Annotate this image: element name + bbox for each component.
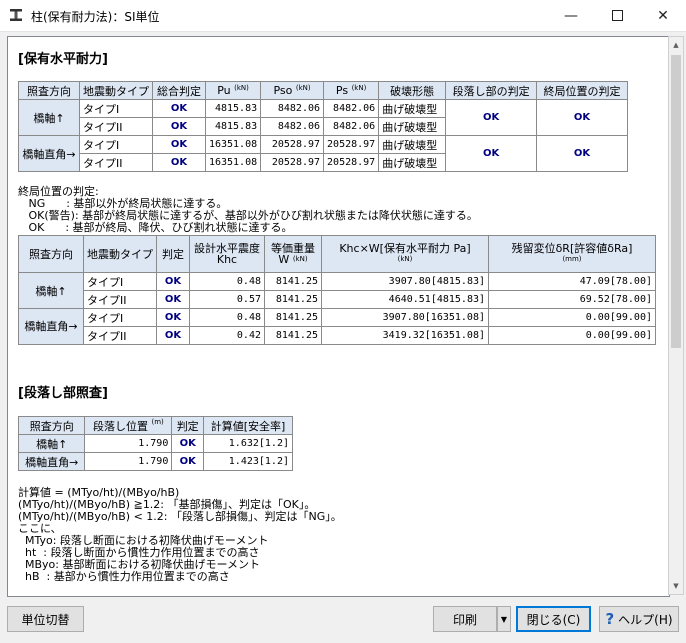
row-group-label: 橋軸直角→ [18,135,80,172]
col-header: 地震動タイプ [78,81,153,100]
section-heading-capacity: [保有水平耐力] [18,52,108,67]
col-header: 照査方向 [17,416,86,435]
help-icon: ? [605,610,615,628]
vertical-scrollbar[interactable]: ▲ ▼ [668,36,684,595]
col-header: 等価重量 W (kN) [264,235,322,273]
scroll-up-icon[interactable]: ▲ [669,37,683,53]
close-button[interactable]: 閉じる(C) [516,606,591,632]
chevron-down-icon: ▼ [500,614,508,624]
window-title: 柱(保有耐力法)：SI単位 [31,10,160,24]
maximize-button[interactable] [594,0,640,31]
row-group-label: 橋軸↑ [18,99,80,136]
row-group-label: 橋軸直角→ [18,308,84,345]
col-header: 判定 [156,235,190,273]
col-header: 終局位置の判定 [536,81,628,100]
col-header: 破壊形態 [378,81,447,100]
minimize-button[interactable]: — [548,0,594,31]
title-bar: 柱(保有耐力法)：SI単位 — ✕ [0,0,686,32]
col-header: 段落し位置 (m) [84,416,173,435]
report-area[interactable]: [保有水平耐力] 照査方向 地震動タイプ 総合判定 Pu (kN) Pso (k… [7,36,670,597]
app-icon [10,9,22,21]
table-row: 橋軸直角→ タイプI OK 16351.08 20528.97 20528.97… [18,135,628,172]
table-row: 橋軸直角→ 1.790 OK 1.423[1.2] [17,452,293,471]
col-header: Pu (kN) [204,81,262,100]
maximize-icon [611,10,623,21]
col-header: 残留変位δR[許容値δRa] (mm) [488,235,656,273]
col-header: Ps (kN) [323,81,380,100]
unit-switch-button[interactable]: 単位切替 [7,606,84,632]
col-header: 段落し部の判定 [445,81,538,100]
close-window-button[interactable]: ✕ [640,0,686,31]
minimize-icon: — [564,7,578,24]
print-dropdown-button[interactable]: ▼ [497,606,511,632]
help-button[interactable]: ? ヘルプ(H) [599,606,679,632]
capacity-table: 照査方向 地震動タイプ 総合判定 Pu (kN) Pso (kN) Ps (kN… [18,81,628,172]
table-row: タイプII OK 0.42 8141.25 3419.32[16351.08] … [19,326,656,345]
calculation-notes: 計算値 = (MTyo/ht)/(MByo/hB) (MTyo/ht)/(MByo… [18,486,342,583]
col-header: Pso (kN) [260,81,325,100]
col-header: 計算値[安全率] [203,416,293,435]
print-button[interactable]: 印刷 [433,606,497,632]
table-row: 橋軸直角→ タイプI OK 0.48 8141.25 3907.80[16351… [18,308,656,345]
ultimate-position-notes: 終局位置の判定: NG : 基部以外が終局状態に達する。 OK(警告): 基部が… [18,185,478,234]
table-row: 橋軸↑ タイプI OK 0.48 8141.25 3907.80[4815.83… [18,272,656,309]
close-icon: ✕ [657,7,669,24]
row-group-label: 橋軸↑ [18,272,84,309]
col-header: 判定 [171,416,205,435]
col-header: 設計水平震度 Khc [189,235,265,273]
col-header: 照査方向 [18,81,80,100]
residual-displacement-table: 照査方向 地震動タイプ 判定 設計水平震度 Khc 等価重量 W (kN) Khc×… [18,235,656,345]
col-header: 地震動タイプ [83,235,157,273]
table-row: タイプII OK 0.57 8141.25 4640.51[4815.83] 6… [19,290,656,309]
table-row: 橋軸↑ 1.790 OK 1.632[1.2] [17,434,293,453]
table-row: 橋軸↑ タイプI OK 4815.83 8482.06 8482.06 曲げ破壊… [18,99,628,136]
col-header: 照査方向 [18,235,84,273]
col-header: Khc×W[保有水平耐力 Pa] (kN) [321,235,489,273]
col-header: 総合判定 [151,81,206,100]
section-heading-cutoff: [段落し部照査] [18,386,108,401]
cutoff-table: 照査方向 段落し位置 (m) 判定 計算値[安全率] 橋軸↑ 1.790 OK … [17,416,293,471]
scroll-thumb[interactable] [671,55,681,348]
scroll-down-icon[interactable]: ▼ [669,578,683,594]
